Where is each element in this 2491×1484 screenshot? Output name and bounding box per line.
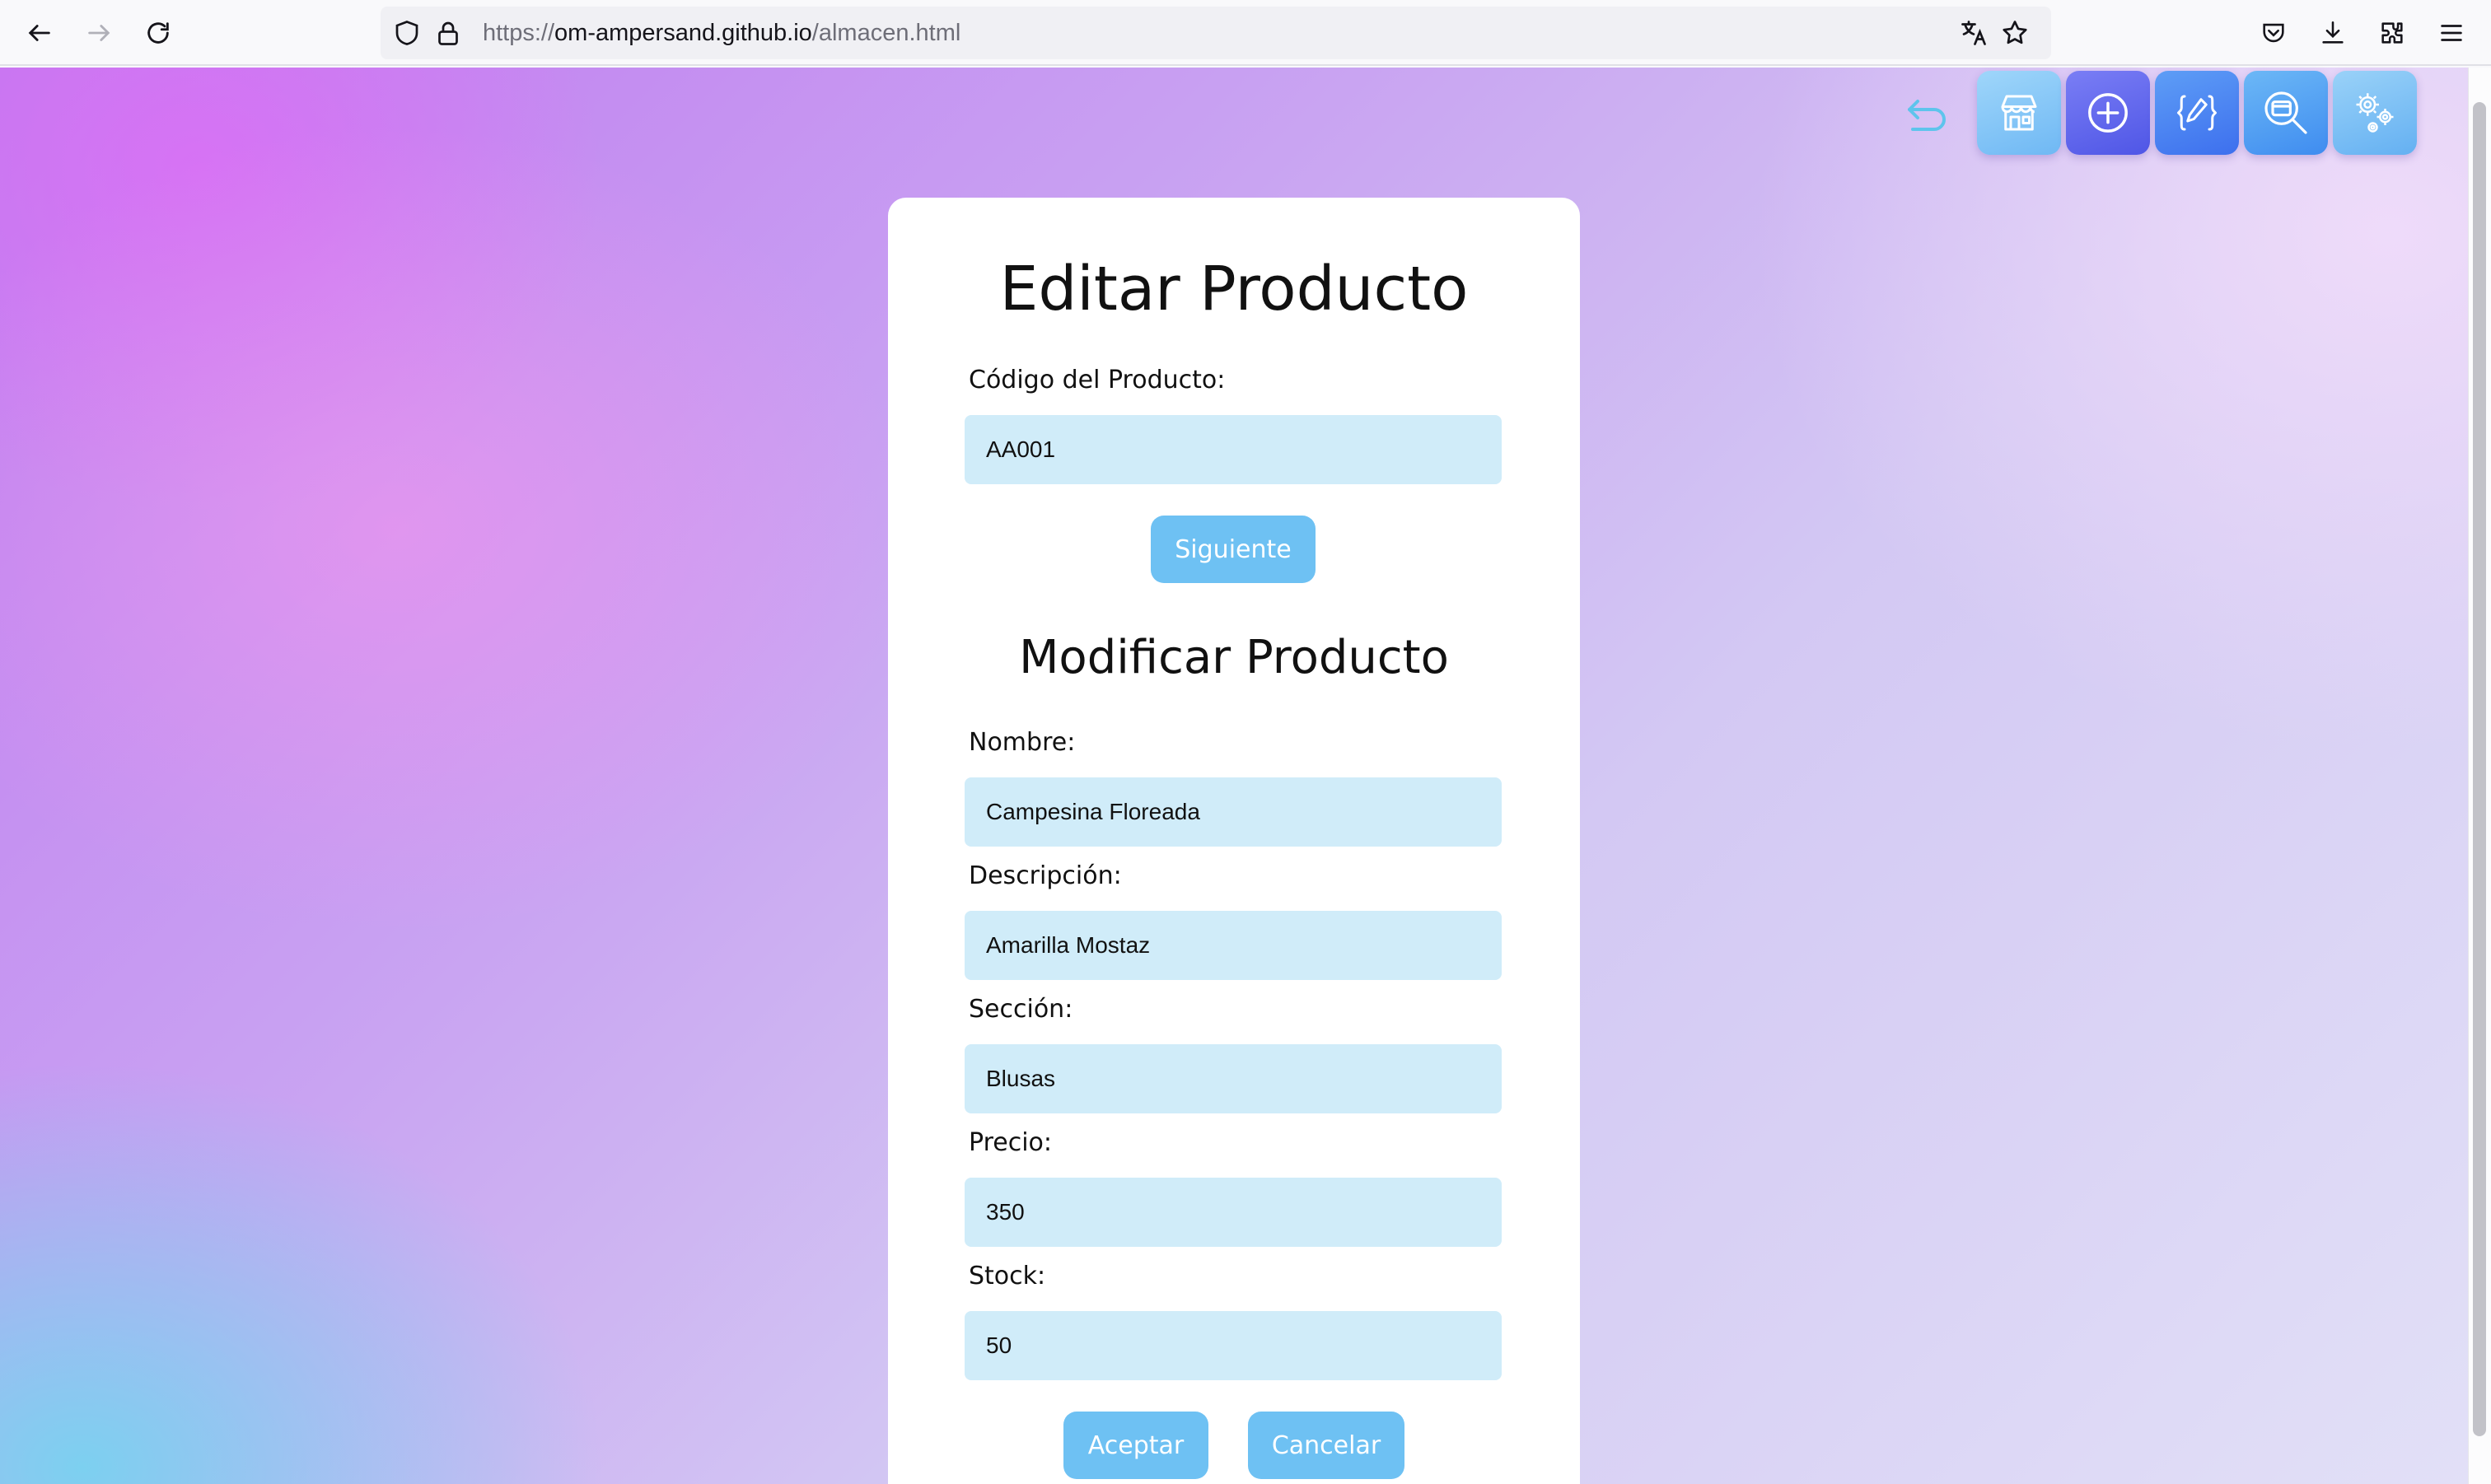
settings-button[interactable] <box>2333 71 2417 155</box>
cancel-button[interactable]: Cancelar <box>1248 1412 1404 1479</box>
store-button[interactable] <box>1977 71 2061 155</box>
url-text: https://om-ampersand.github.io/almacen.h… <box>483 20 961 46</box>
scrollbar-thumb[interactable] <box>2473 102 2486 1436</box>
accept-button[interactable]: Aceptar <box>1063 1412 1208 1479</box>
edit-product-card: Editar Producto Código del Producto: Sig… <box>888 198 1580 1484</box>
reload-icon[interactable] <box>138 13 178 53</box>
edit-icon <box>2177 95 2217 131</box>
next-button[interactable]: Siguiente <box>1151 516 1316 583</box>
page-title: Editar Producto <box>999 254 1469 324</box>
lock-icon[interactable] <box>433 18 463 51</box>
browser-toolbar: https://om-ampersand.github.io/almacen.h… <box>0 0 2491 66</box>
add-product-button[interactable] <box>2066 71 2150 155</box>
pocket-icon[interactable] <box>2254 13 2293 53</box>
description-input[interactable] <box>965 911 1502 980</box>
price-label: Precio: <box>969 1128 1052 1157</box>
product-code-label: Código del Producto: <box>969 366 1226 394</box>
bookmark-star-icon[interactable] <box>2000 18 2030 51</box>
description-label: Descripción: <box>969 861 1122 890</box>
extensions-icon[interactable] <box>2372 13 2412 53</box>
product-code-input[interactable] <box>965 415 1502 484</box>
back-icon[interactable] <box>20 13 59 53</box>
section-label: Sección: <box>969 995 1073 1024</box>
search-icon <box>2264 91 2307 134</box>
name-label: Nombre: <box>969 728 1076 757</box>
search-product-button[interactable] <box>2244 71 2328 155</box>
shield-icon[interactable] <box>392 18 422 51</box>
stock-input[interactable] <box>965 1311 1502 1380</box>
translate-icon[interactable] <box>1959 18 1989 51</box>
download-icon[interactable] <box>2313 13 2353 53</box>
name-input[interactable] <box>965 777 1502 847</box>
section-title: Modificar Producto <box>1019 631 1449 684</box>
menu-icon[interactable] <box>2432 13 2471 53</box>
url-bar[interactable]: https://om-ampersand.github.io/almacen.h… <box>381 7 2051 59</box>
gears-icon <box>2356 93 2394 133</box>
forward-icon[interactable] <box>79 13 119 53</box>
store-icon <box>2001 95 2037 131</box>
add-circle-icon <box>2088 93 2128 133</box>
edit-product-button[interactable] <box>2155 71 2239 155</box>
section-input[interactable] <box>965 1044 1502 1113</box>
price-input[interactable] <box>965 1178 1502 1247</box>
return-arrow-icon[interactable] <box>1904 94 1951 135</box>
stock-label: Stock: <box>969 1262 1046 1290</box>
